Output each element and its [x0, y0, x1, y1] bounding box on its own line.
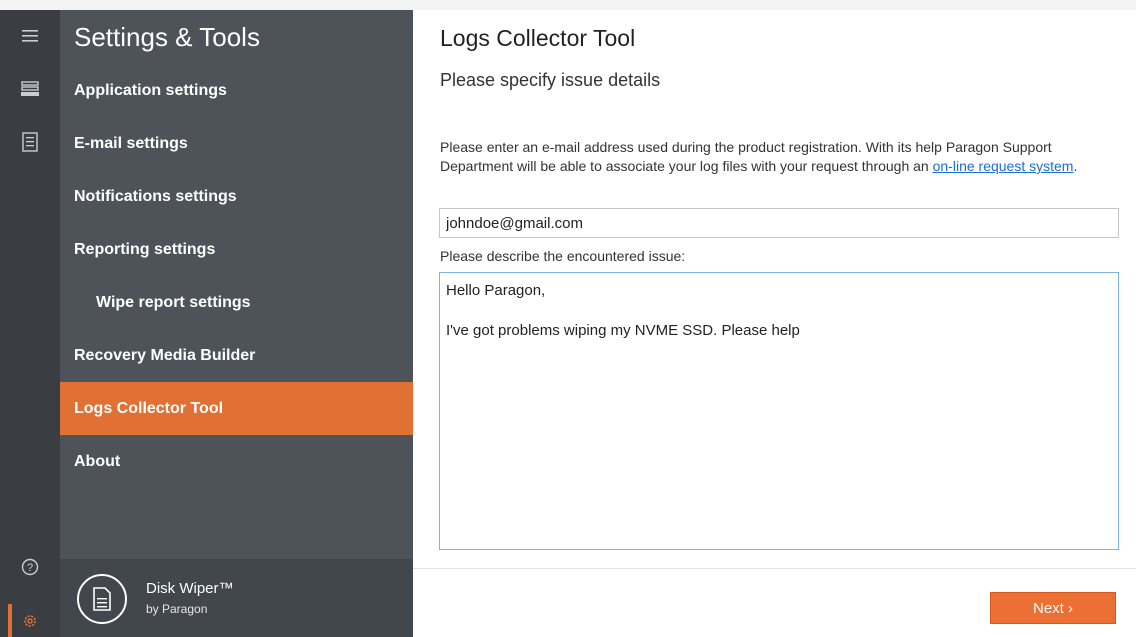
- active-rail-indicator: [8, 604, 12, 637]
- sidebar-item-recovery-media-builder[interactable]: Recovery Media Builder: [60, 329, 413, 382]
- product-brand: Disk Wiper™ by Paragon: [60, 559, 413, 637]
- settings-sidebar: Settings & Tools Application settings E-…: [60, 10, 413, 637]
- online-request-system-link[interactable]: on-line request system: [933, 158, 1074, 174]
- sidebar-item-reporting-settings[interactable]: Reporting settings: [60, 223, 413, 276]
- page-title: Logs Collector Tool: [440, 25, 636, 51]
- report-icon[interactable]: [18, 130, 42, 154]
- sidebar-item-label: Reporting settings: [74, 240, 216, 258]
- email-description: Please enter an e-mail address used duri…: [440, 138, 1120, 176]
- disk-wiper-logo-icon: [77, 574, 127, 624]
- sidebar-item-label: Application settings: [74, 81, 227, 99]
- product-name: Disk Wiper™: [146, 580, 234, 597]
- issue-label: Please describe the encountered issue:: [440, 248, 686, 264]
- product-vendor: by Paragon: [146, 602, 208, 616]
- email-field[interactable]: [439, 208, 1119, 238]
- sidebar-item-label: E-mail settings: [74, 134, 188, 152]
- sidebar-item-wipe-report-settings[interactable]: Wipe report settings: [60, 276, 413, 329]
- sidebar-item-email-settings[interactable]: E-mail settings: [60, 117, 413, 170]
- main-panel: Logs Collector Tool Please specify issue…: [413, 10, 1136, 637]
- sidebar-item-application-settings[interactable]: Application settings: [60, 64, 413, 117]
- window-top-strip: [0, 0, 1136, 10]
- sidebar-item-label: Wipe report settings: [96, 293, 251, 311]
- sidebar-item-label: About: [74, 452, 121, 470]
- sidebar-title: Settings & Tools: [74, 22, 260, 52]
- sidebar-item-notifications-settings[interactable]: Notifications settings: [60, 170, 413, 223]
- sidebar-item-label: Notifications settings: [74, 187, 237, 205]
- issue-description-textarea[interactable]: Hello Paragon, I've got problems wiping …: [439, 272, 1119, 550]
- sidebar-item-label: Recovery Media Builder: [74, 346, 256, 364]
- help-icon[interactable]: ?: [18, 555, 42, 579]
- menu-icon[interactable]: [18, 24, 42, 48]
- sidebar-item-logs-collector-tool[interactable]: Logs Collector Tool: [60, 382, 413, 435]
- gear-icon[interactable]: [18, 609, 42, 633]
- description-end: .: [1073, 158, 1078, 174]
- next-button[interactable]: Next ›: [990, 592, 1116, 624]
- svg-text:?: ?: [27, 562, 33, 574]
- sidebar-item-label: Logs Collector Tool: [74, 399, 224, 417]
- drive-icon[interactable]: [18, 77, 42, 101]
- icon-rail: ?: [0, 10, 60, 637]
- sidebar-item-about[interactable]: About: [60, 435, 413, 488]
- footer-divider: [413, 568, 1136, 569]
- page-subtitle: Please specify issue details: [440, 70, 661, 90]
